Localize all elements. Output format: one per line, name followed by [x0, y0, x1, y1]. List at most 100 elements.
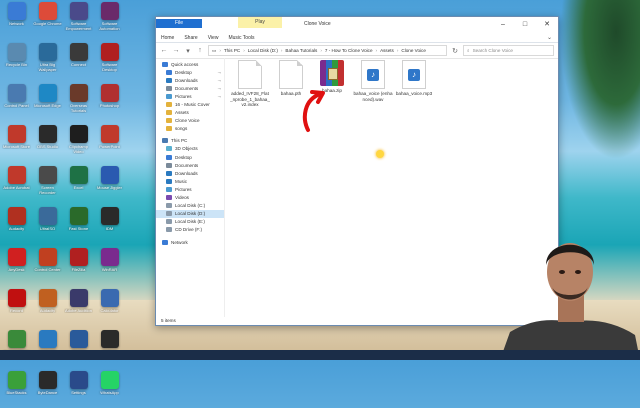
minimize-icon[interactable]: – — [492, 17, 514, 31]
nav-item-label: 16 - Music Cover — [175, 102, 210, 108]
breadcrumb-item[interactable]: This PC — [224, 48, 240, 53]
contextual-play-tab[interactable]: Play — [238, 17, 282, 28]
nav-item[interactable]: Videos — [156, 194, 224, 202]
nav-item[interactable]: Downloads — [156, 169, 224, 177]
breadcrumb-item[interactable]: Local Disk (D:) — [248, 48, 278, 53]
breadcrumb-item[interactable]: Assets — [380, 48, 394, 53]
desktop-icon[interactable]: WhatsApp — [95, 371, 124, 408]
desktop-icon[interactable]: Adobe Acrobat — [2, 166, 31, 203]
desktop-icon[interactable]: Fast Stone — [64, 207, 93, 244]
desktop-icon[interactable]: Photoshop — [95, 84, 124, 121]
nav-item[interactable]: Local Disk (C:) — [156, 202, 224, 210]
breadcrumb-separator-icon[interactable]: › — [376, 48, 378, 53]
desktop-icon[interactable]: Recycle Bin — [2, 43, 31, 80]
nav-item[interactable]: songs — [156, 125, 224, 133]
nav-item[interactable]: Music — [156, 177, 224, 185]
desktop-icon[interactable]: Software Desktop — [95, 43, 124, 80]
breadcrumb-separator-icon[interactable]: › — [281, 48, 283, 53]
desktop-icon[interactable]: Clipchamp Video — [64, 125, 93, 162]
nav-item[interactable]: Desktop — [156, 153, 224, 161]
desktop-icon[interactable]: PowerPoint — [95, 125, 124, 162]
ribbon-file-tab[interactable]: File — [156, 19, 202, 28]
desktop-icon[interactable]: Control Panel — [2, 84, 31, 121]
nav-item[interactable]: Network — [156, 238, 224, 246]
desktop-icon[interactable]: Design — [64, 330, 93, 367]
nav-item[interactable]: Documents — [156, 161, 224, 169]
ribbon-tab-share[interactable]: Share — [179, 35, 202, 41]
up-button[interactable]: ↑ — [196, 47, 204, 54]
breadcrumb-separator-icon[interactable]: › — [397, 48, 399, 53]
desktop-icon[interactable]: BlueStacks — [2, 371, 31, 408]
desktop-icon[interactable]: Software Automation — [95, 2, 124, 39]
desktop-icon-label: Clipchamp Video — [69, 144, 88, 154]
nav-item[interactable]: Local Disk (E:) — [156, 218, 224, 226]
close-icon[interactable]: ✕ — [536, 17, 558, 31]
desktop-icon[interactable]: Ultra Big Wallpaper — [33, 43, 62, 80]
ribbon-tab-music-tools[interactable]: Music Tools — [223, 35, 259, 41]
desktop-icon[interactable]: ByteDance — [33, 371, 62, 408]
nav-item-label: 3D Objects — [175, 146, 198, 152]
nav-item[interactable]: This PC — [156, 137, 224, 145]
desktop-icon-label: Connect — [71, 62, 86, 67]
breadcrumb-separator-icon[interactable]: › — [320, 48, 322, 53]
nav-item[interactable]: Documents ⊸ — [156, 84, 224, 92]
breadcrumb-item[interactable]: Bahaa Tutorials — [285, 48, 317, 53]
maximize-icon[interactable]: □ — [514, 17, 536, 31]
desktop-icon[interactable]: Software Empowerment — [64, 2, 93, 39]
file-item[interactable]: ♪ bahaa_voice.mp3 — [395, 60, 433, 97]
ribbon-tab-home[interactable]: Home — [156, 35, 179, 41]
ribbon-tab-view[interactable]: View — [203, 35, 224, 41]
desktop-icon[interactable]: IDM — [95, 207, 124, 244]
desktop-icon[interactable]: Settings — [95, 330, 124, 367]
breadcrumb-item[interactable]: 7 - How To Clone Voice — [325, 48, 373, 53]
desktop-icon-label: AnyDesk — [8, 267, 25, 272]
nav-item[interactable]: Pictures ⊸ — [156, 92, 224, 100]
nav-item[interactable]: Clone Voice — [156, 117, 224, 125]
forward-button[interactable]: → — [172, 47, 180, 54]
desktop-icon[interactable]: FileZilla — [64, 248, 93, 285]
desktop-icon[interactable]: Control Center — [33, 248, 62, 285]
desktop-icon[interactable]: Audacity — [33, 289, 62, 326]
nav-item[interactable]: Downloads ⊸ — [156, 76, 224, 84]
nav-item[interactable]: CD Drive (F:) — [156, 226, 224, 234]
search-box[interactable]: ⌕ Search Clone Voice — [463, 45, 554, 56]
address-bar[interactable]: ▭ › This PC › Local Disk (D:) › Bahaa Tutorial… — [208, 45, 447, 56]
nav-item[interactable]: Desktop ⊸ — [156, 68, 224, 76]
file-item[interactable]: added_IVF28_Flat_nprobe_1_bahaa_v2.index — [230, 60, 270, 108]
nav-item[interactable]: Local Disk (D:) — [156, 209, 224, 218]
desktop-icon[interactable]: Audacity — [2, 207, 31, 244]
expand-ribbon-icon[interactable]: ⌄ — [547, 34, 558, 41]
desktop-icon[interactable]: Mouse Jiggler — [95, 166, 124, 203]
desktop-icon[interactable]: Network — [2, 2, 31, 39]
recent-locations-icon[interactable]: ▾ — [184, 47, 192, 55]
desktop-icon[interactable]: AnyDesk — [2, 248, 31, 285]
desktop-icon[interactable]: Adobe Audition — [64, 289, 93, 326]
desktop-icon[interactable]: Keyboard — [33, 330, 62, 367]
back-button[interactable]: ← — [160, 47, 168, 54]
desktop-icon[interactable]: Screen Recorder — [33, 166, 62, 203]
desktop-icon[interactable]: UltraISO — [33, 207, 62, 244]
breadcrumb-separator-icon[interactable]: › — [219, 48, 221, 53]
file-item[interactable]: ♪ bahaa_voice (enhanced).wav — [353, 60, 393, 102]
nav-item[interactable]: Pictures — [156, 185, 224, 193]
desktop-icon[interactable]: Connect — [64, 43, 93, 80]
refresh-icon[interactable]: ↻ — [451, 47, 459, 55]
desktop-icon[interactable]: Microsoft Store — [2, 125, 31, 162]
desktop-icon[interactable]: Overseas Tutorials — [64, 84, 93, 121]
desktop-icon[interactable]: OBS Studio — [33, 125, 62, 162]
desktop-icon[interactable]: Settings — [64, 371, 93, 408]
desktop-icon[interactable]: Android Studio — [2, 330, 31, 367]
desktop-icon[interactable]: Google Chrome — [33, 2, 62, 39]
desktop-icon[interactable]: WinRAR — [95, 248, 124, 285]
desktop-icon[interactable]: Excel — [64, 166, 93, 203]
desktop-icon[interactable]: Microsoft Edge — [33, 84, 62, 121]
desktop-icon[interactable]: Record — [2, 289, 31, 326]
nav-item[interactable]: Assets — [156, 109, 224, 117]
nav-item[interactable]: 16 - Music Cover — [156, 100, 224, 108]
desktop-icon[interactable]: Calculator — [95, 289, 124, 326]
breadcrumb-item[interactable]: Clone Voice — [401, 48, 426, 53]
breadcrumb-separator-icon[interactable]: › — [243, 48, 245, 53]
nav-item[interactable]: Quick access — [156, 60, 224, 68]
nav-item[interactable]: 3D Objects — [156, 145, 224, 153]
desktop-icon-label: WhatsApp — [100, 390, 119, 395]
